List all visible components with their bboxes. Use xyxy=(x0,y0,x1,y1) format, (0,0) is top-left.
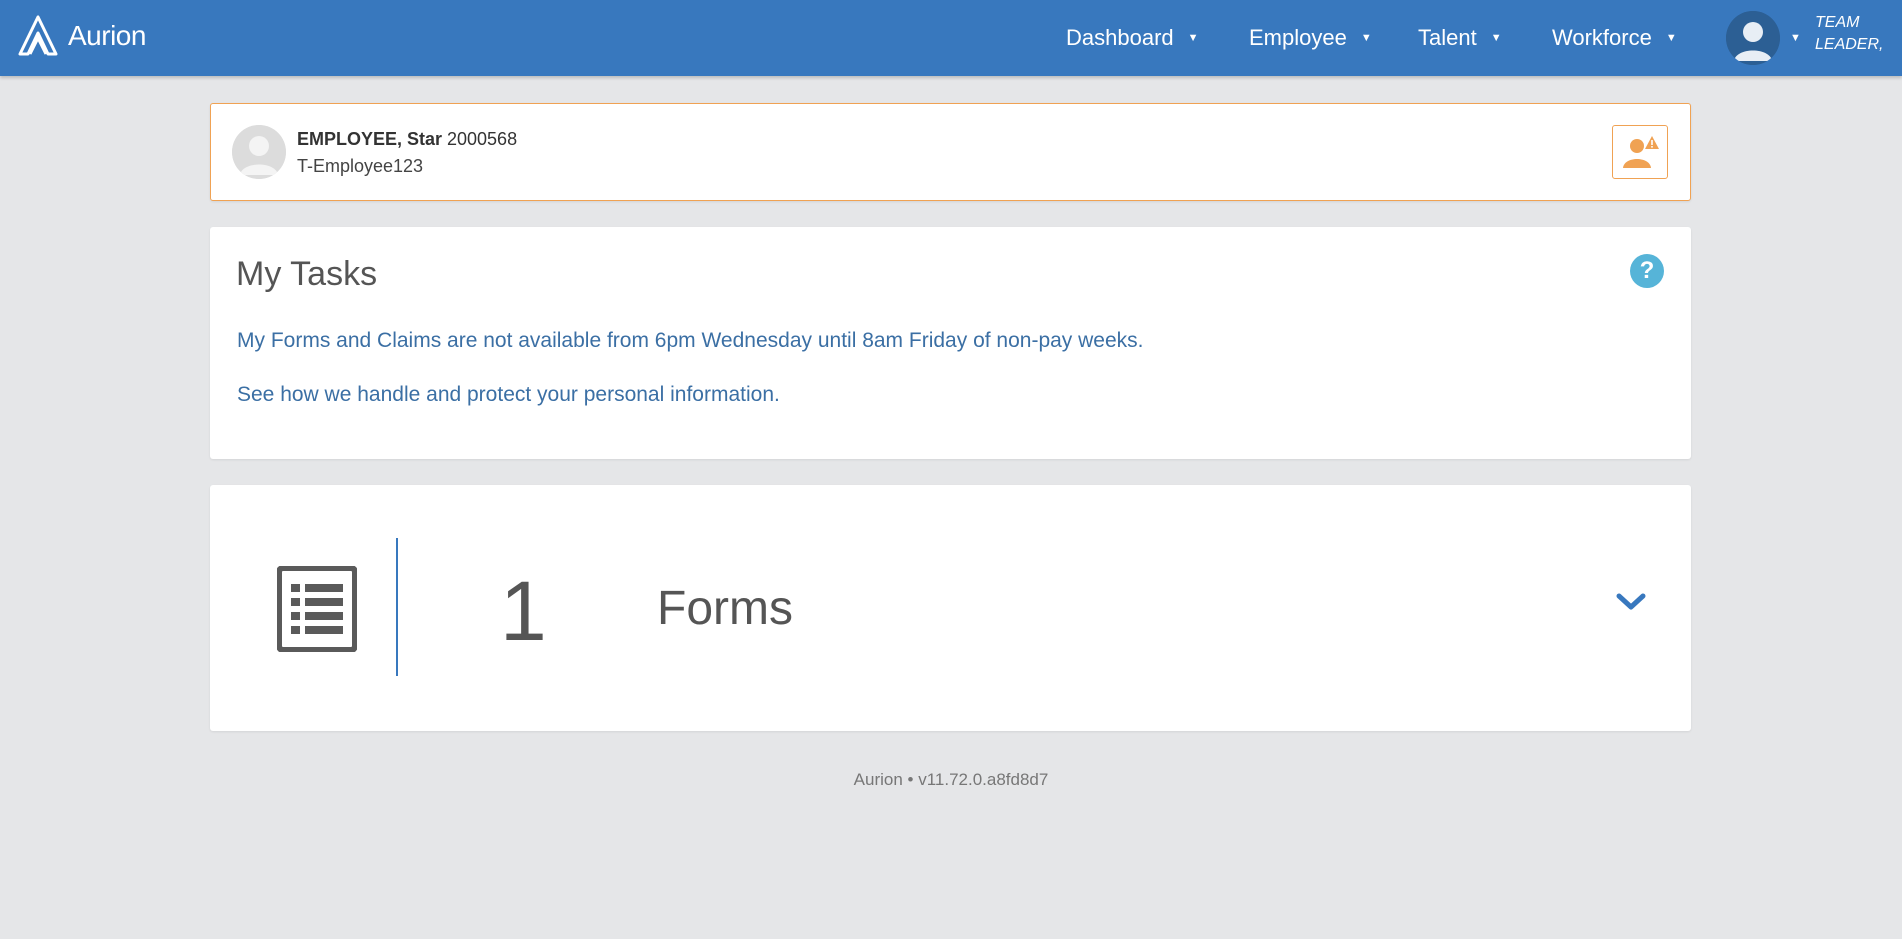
nav-talent[interactable]: Talent ▼ xyxy=(1418,0,1502,76)
employee-alert-button[interactable] xyxy=(1612,125,1668,179)
caret-down-icon: ▼ xyxy=(1665,32,1677,44)
user-role-label: TEAM LEADER, xyxy=(1815,14,1884,53)
caret-down-icon: ▼ xyxy=(1360,32,1372,44)
nav-workforce-label: Workforce xyxy=(1552,25,1652,50)
user-menu[interactable]: ▼ xyxy=(1726,0,1801,76)
forms-summary-card[interactable]: 1 Forms xyxy=(210,485,1691,731)
availability-notice: My Forms and Claims are not available fr… xyxy=(237,329,1144,352)
nav-workforce[interactable]: Workforce ▼ xyxy=(1552,0,1677,76)
employee-avatar-icon xyxy=(232,125,286,179)
nav-employee-label: Employee xyxy=(1249,25,1347,50)
caret-down-icon: ▼ xyxy=(1490,32,1502,44)
nav-dashboard[interactable]: Dashboard ▼ xyxy=(1066,0,1199,76)
logo-text: Aurion xyxy=(68,20,146,51)
employee-summary-card: EMPLOYEE, Star 2000568 T-Employee123 xyxy=(210,103,1691,201)
forms-divider xyxy=(396,538,398,676)
aurion-logo-icon xyxy=(18,15,58,56)
person-warning-icon xyxy=(1623,136,1659,168)
nav-dashboard-label: Dashboard xyxy=(1066,25,1174,50)
version-footer: Aurion • v11.72.0.a8fd8d7 xyxy=(853,770,1049,789)
employee-login: T-Employee123 xyxy=(297,156,424,176)
chevron-down-icon[interactable] xyxy=(1615,590,1647,614)
privacy-link[interactable]: See how we handle and protect your perso… xyxy=(237,383,780,407)
caret-down-icon: ▼ xyxy=(1790,32,1801,44)
aurion-logo[interactable]: Aurion xyxy=(16,14,146,58)
caret-down-icon: ▼ xyxy=(1187,32,1199,44)
page-title: My Tasks xyxy=(236,255,378,293)
forms-label: Forms xyxy=(657,582,793,635)
employee-name: EMPLOYEE, Star xyxy=(297,129,443,149)
employee-number: 2000568 xyxy=(447,129,518,149)
nav-employee[interactable]: Employee ▼ xyxy=(1249,0,1372,76)
user-avatar-icon xyxy=(1726,11,1780,65)
nav-talent-label: Talent xyxy=(1418,25,1477,50)
form-list-icon xyxy=(277,566,357,652)
top-navigation-bar: Aurion Dashboard ▼ Employee ▼ Talent ▼ W… xyxy=(0,0,1902,76)
help-icon[interactable]: ? xyxy=(1630,254,1664,288)
forms-count: 1 xyxy=(500,564,547,658)
